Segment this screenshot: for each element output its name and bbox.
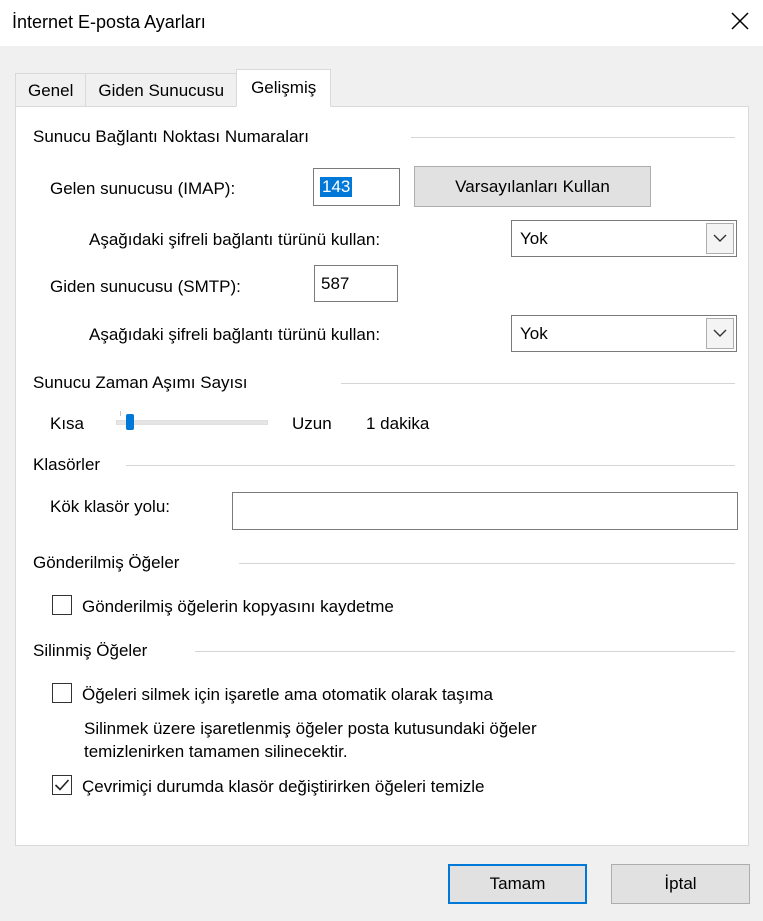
- close-icon: [731, 12, 749, 30]
- outgoing-port-value: 587: [321, 273, 350, 293]
- incoming-encryption-dropdown-button[interactable]: [706, 223, 734, 254]
- incoming-port-value: 143: [320, 177, 353, 197]
- tab-general[interactable]: Genel: [15, 73, 86, 107]
- timeout-slider-track: [116, 420, 268, 425]
- incoming-encryption-label: Aşağıdaki şifreli bağlantı türünü kullan…: [89, 230, 381, 249]
- outgoing-encryption-value: Yok: [520, 323, 548, 343]
- deleted-items-group-title: Silinmiş Öğeler: [33, 641, 148, 660]
- root-folder-label: Kök klasör yolu:: [50, 497, 170, 516]
- timeout-slider-tick: [120, 411, 121, 416]
- outgoing-port-input[interactable]: 587: [314, 265, 398, 302]
- sent-items-group-divider: [239, 563, 735, 564]
- tab-strip: Genel Giden Sunucusu Gelişmiş: [15, 69, 332, 107]
- outgoing-port-label: Giden sunucusu (SMTP):: [50, 277, 241, 296]
- folders-group-title: Klasörler: [33, 455, 101, 474]
- incoming-port-input[interactable]: 143: [313, 168, 400, 206]
- timeout-group-title: Sunucu Zaman Aşımı Sayısı: [33, 373, 248, 392]
- mark-for-deletion-label[interactable]: Öğeleri silmek için işaretle ama otomati…: [82, 685, 493, 705]
- dont-save-sent-checkbox[interactable]: [52, 595, 72, 615]
- title-bar: İnternet E-posta Ayarları: [0, 0, 763, 46]
- folders-group-divider: [126, 465, 735, 466]
- cancel-button[interactable]: İptal: [611, 864, 750, 904]
- deletion-note-line2: temizlenirken tamamen silinecektir.: [84, 742, 348, 761]
- tab-outgoing-server[interactable]: Giden Sunucusu: [85, 73, 237, 107]
- incoming-port-label: Gelen sunucusu (IMAP):: [50, 179, 236, 198]
- ports-group-title: Sunucu Bağlantı Noktası Numaraları: [33, 127, 309, 146]
- timeout-value: 1 dakika: [366, 414, 430, 433]
- use-defaults-button[interactable]: Varsayılanları Kullan: [414, 166, 651, 207]
- deleted-items-group-divider: [195, 651, 735, 652]
- incoming-encryption-select[interactable]: Yok: [511, 220, 737, 257]
- root-folder-input[interactable]: [232, 492, 738, 530]
- tab-panel-advanced: Sunucu Bağlantı Noktası Numaraları Gelen…: [15, 106, 749, 846]
- close-button[interactable]: [717, 0, 763, 42]
- chevron-down-icon: [713, 329, 727, 337]
- mark-for-deletion-checkbox[interactable]: [52, 683, 72, 703]
- timeout-group-divider: [341, 383, 735, 384]
- incoming-encryption-value: Yok: [520, 228, 548, 248]
- tab-advanced[interactable]: Gelişmiş: [236, 69, 332, 107]
- outgoing-encryption-label: Aşağıdaki şifreli bağlantı türünü kullan…: [89, 325, 381, 344]
- timeout-short-label: Kısa: [50, 414, 85, 433]
- outgoing-encryption-select[interactable]: Yok: [511, 315, 737, 352]
- ports-group-divider: [411, 137, 735, 138]
- ok-button[interactable]: Tamam: [448, 864, 587, 904]
- purge-items-checkbox[interactable]: [52, 775, 72, 795]
- dont-save-sent-label[interactable]: Gönderilmiş öğelerin kopyasını kaydetme: [82, 597, 394, 617]
- sent-items-group-title: Gönderilmiş Öğeler: [33, 553, 180, 572]
- window-title: İnternet E-posta Ayarları: [12, 12, 206, 32]
- chevron-down-icon: [713, 234, 727, 242]
- deletion-note-line1: Silinmek üzere işaretlenmiş öğeler posta…: [84, 719, 537, 738]
- timeout-slider[interactable]: [116, 411, 268, 433]
- timeout-long-label: Uzun: [292, 414, 332, 433]
- checkmark-icon: [54, 779, 70, 791]
- purge-items-label[interactable]: Çevrimiçi durumda klasör değiştirirken ö…: [82, 777, 484, 797]
- timeout-slider-thumb[interactable]: [126, 414, 134, 430]
- outgoing-encryption-dropdown-button[interactable]: [706, 318, 734, 349]
